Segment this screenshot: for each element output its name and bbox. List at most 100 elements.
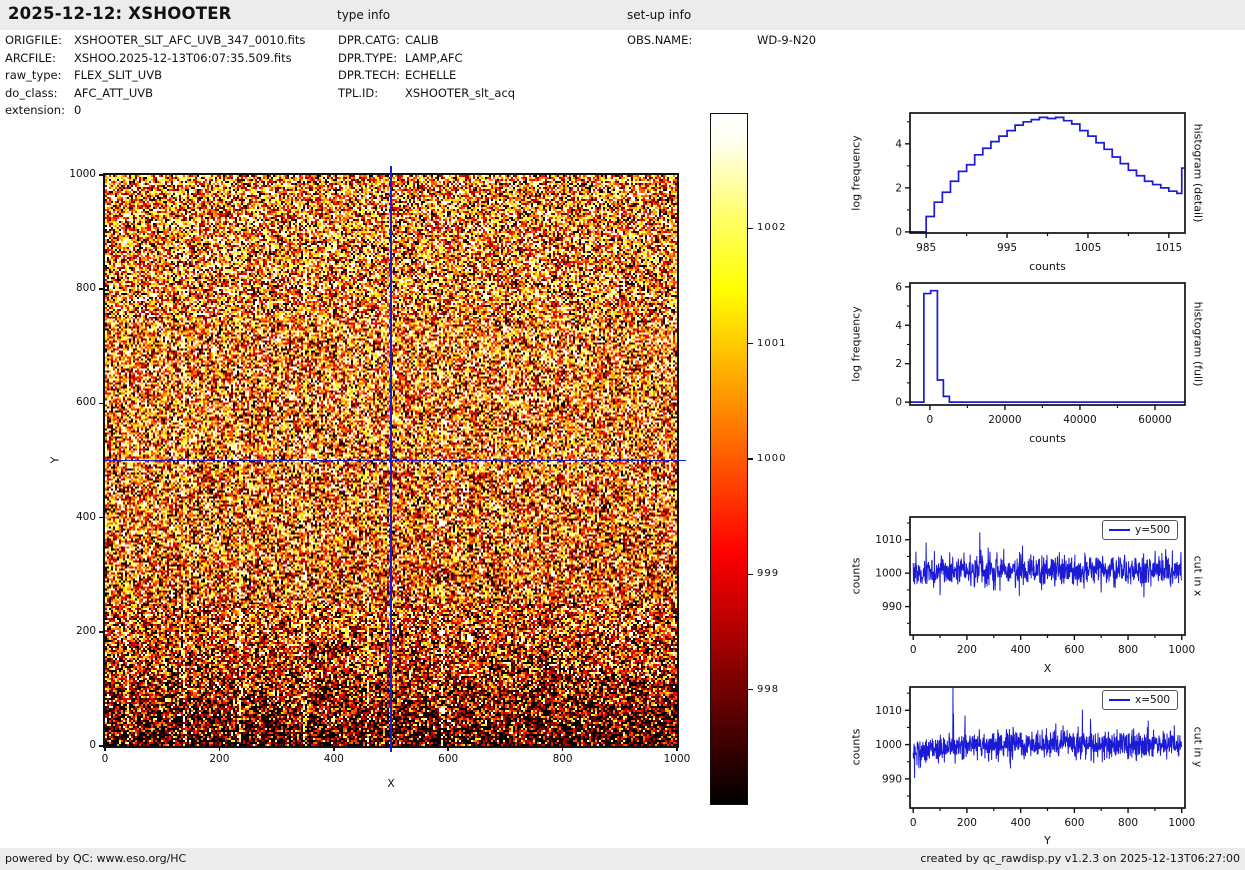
x-axis-tick-label: 60000: [1138, 414, 1171, 426]
main-y-axis-tick-label: 400: [75, 510, 96, 523]
metadata-row: extension: 0: [5, 102, 305, 120]
metadata-row: ORIGFILE: XSHOOTER_SLT_AFC_UVB_347_0010.f…: [5, 32, 305, 50]
metadata-label: DPR.TECH:: [338, 68, 400, 82]
plot-cut-in-x: 0 200 400 600 800 1000 990 1000 1010: [875, 516, 1195, 656]
cut-profile-line: [912, 532, 1183, 598]
main-y-axis-tick: [99, 288, 105, 290]
plot-border: [909, 282, 1186, 406]
y-axis-tick-label: 0: [895, 397, 902, 409]
colorbar-tick-label: 1002: [757, 222, 787, 234]
metadata-row: OBS.NAME: WD-9-N20: [627, 32, 816, 50]
metadata-label: DPR.TYPE:: [338, 50, 398, 65]
y-axis-tick-label: 1000: [875, 568, 902, 580]
metadata-value: LAMP,AFC: [405, 50, 463, 65]
hist-detail-y-axis-label: log frequency: [849, 135, 863, 211]
section-label-setup-info: set-up info: [627, 8, 692, 22]
y-axis-tick-label: 2: [895, 182, 902, 194]
colorbar-tick: [748, 688, 753, 691]
page-title: 2025-12-12: XSHOOTER: [8, 4, 232, 23]
x-axis-tick-label: 995: [997, 242, 1017, 254]
crosshair-horizontal-line: [105, 459, 686, 462]
colorbar-tick-label: 1001: [757, 337, 787, 349]
metadata-label: DPR.CATG:: [338, 33, 400, 47]
metadata-value: 0: [74, 103, 82, 117]
colorbar-gradient: [710, 113, 748, 805]
metadata-row: ARCFILE: XSHOO.2025-12-13T06:07:35.509.fi…: [5, 50, 305, 68]
metadata-value: WD-9-N20: [757, 33, 817, 47]
main-y-axis-tick-label: 1000: [69, 168, 96, 180]
x-axis-tick-label: 400: [1011, 644, 1031, 656]
footer-right-text: created by qc_rawdisp.py v1.2.3 on 2025-…: [920, 852, 1240, 865]
qc-report-page: 2025-12-12: XSHOOTER type info set-up in…: [0, 0, 1245, 870]
x-axis-tick-label: 200: [957, 817, 977, 829]
section-label-type-info: type info: [337, 8, 391, 22]
cut-profile-line: [912, 687, 1183, 779]
main-x-axis-tick-label: 1000: [663, 753, 691, 765]
x-axis-tick-label: 1015: [1155, 242, 1182, 254]
x-axis-tick-label: 1000: [1168, 644, 1195, 656]
x-axis-tick-label: 800: [1118, 817, 1138, 829]
main-y-axis-tick-label: 600: [75, 396, 96, 409]
colorbar-tick: [748, 573, 753, 576]
main-y-axis-tick-label: 200: [75, 624, 96, 637]
colorbar-tick-label: 1000: [757, 453, 787, 464]
main-x-axis-tick-label: 800: [552, 753, 573, 765]
x-axis-tick-label: 800: [1118, 644, 1138, 656]
main-y-axis-tick: [99, 516, 105, 519]
plot-histogram-detail-: 985 995 1005 1015 0 2 4: [895, 112, 1186, 254]
colorbar-tick: [748, 227, 753, 230]
colorbar-tick-label: 998: [757, 683, 780, 695]
y-axis-tick-label: 6: [895, 281, 902, 293]
y-axis-tick-label: 1000: [875, 739, 902, 751]
y-axis-tick-label: 4: [895, 138, 902, 150]
metadata-label: TPL.ID:: [338, 85, 379, 100]
cut-x-y-axis-label: counts: [849, 557, 863, 595]
main-x-axis-label: X: [387, 777, 395, 790]
main-x-axis-tick: [218, 746, 221, 751]
main-y-axis-tick-label: 0: [89, 739, 96, 751]
footer-left-text: powered by QC: www.eso.org/HC: [5, 852, 187, 865]
metadata-value: AFC_ATT_UVB: [74, 85, 154, 100]
plot-histogram-full-: 0 20000 40000 60000 0 2 4 6: [895, 281, 1186, 426]
metadata-row: TPL.ID: XSHOOTER_slt_acq: [338, 85, 515, 103]
metadata-type-info: DPR.CATG: CALIB DPR.TYPE: LAMP,AFC DPR.TEC…: [338, 32, 515, 102]
colorbar-tick: [748, 458, 753, 460]
main-x-axis-tick-label: 400: [323, 753, 344, 765]
main-x-axis-tick: [561, 746, 564, 751]
metadata-value: FLEX_SLIT_UVB: [74, 68, 162, 82]
main-x-axis-tick-label: 200: [209, 753, 230, 765]
metadata-row: DPR.TYPE: LAMP,AFC: [338, 50, 515, 68]
colorbar-tick: [748, 342, 753, 345]
metadata-value: XSHOOTER_SLT_AFC_UVB_347_0010.fits: [74, 33, 306, 47]
main-x-axis-tick: [447, 746, 449, 751]
x-axis-tick-label: 40000: [1063, 414, 1096, 426]
metadata-value: XSHOOTER_slt_acq: [405, 85, 516, 100]
metadata-label: ORIGFILE:: [5, 33, 62, 47]
colorbar-tick-label: 999: [757, 568, 780, 580]
main-x-axis-tick-label: 600: [438, 753, 459, 765]
metadata-row: DPR.CATG: CALIB: [338, 32, 515, 50]
x-axis-tick-label: 600: [1064, 644, 1084, 656]
x-axis-tick-label: 200: [957, 644, 977, 656]
x-axis-tick-label: 1005: [1075, 242, 1102, 254]
metadata-setup-info: OBS.NAME: WD-9-N20: [627, 32, 816, 50]
metadata-label: raw_type:: [5, 68, 62, 82]
histogram-step-line: [910, 116, 1185, 233]
main-x-axis-tick: [333, 746, 335, 751]
metadata-row: do_class: AFC_ATT_UVB: [5, 85, 305, 103]
y-axis-tick-label: 990: [882, 601, 902, 613]
metadata-label: ARCFILE:: [5, 50, 56, 65]
main-x-axis-tick-label: 0: [101, 753, 109, 765]
footer-bar: powered by QC: www.eso.org/HC created by…: [0, 848, 1245, 870]
histogram-step-line: [910, 289, 1185, 403]
x-axis-tick-label: 0: [927, 414, 934, 426]
main-y-axis-tick: [99, 402, 105, 405]
metadata-label: extension:: [5, 103, 65, 117]
metadata-row: DPR.TECH: ECHELLE: [338, 67, 515, 85]
metadata-label: do_class:: [5, 85, 58, 100]
plot-cut-in-y: 0 200 400 600 800 1000 990 1000 1010: [875, 686, 1195, 829]
plot-border: [909, 112, 1186, 234]
main-x-axis-tick: [676, 746, 678, 751]
x-axis-tick-label: 0: [910, 817, 917, 829]
y-axis-tick-label: 2: [895, 358, 902, 370]
